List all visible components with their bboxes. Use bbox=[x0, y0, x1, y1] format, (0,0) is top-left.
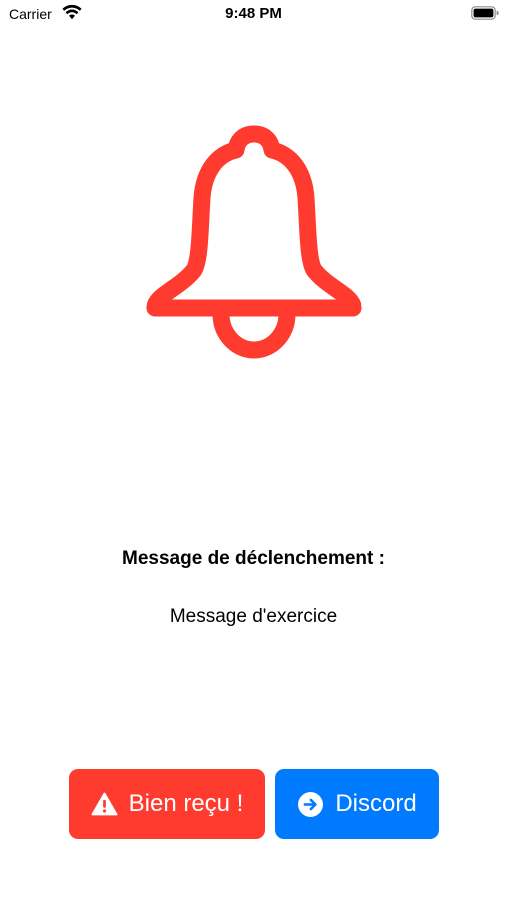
trigger-message-text: Message d'exercice bbox=[169, 606, 338, 627]
discord-button[interactable]: Discord bbox=[275, 769, 439, 839]
acknowledge-button-label: Bien reçu ! bbox=[128, 790, 244, 817]
status-bar: Carrier 9:48 PM bbox=[0, 0, 507, 30]
battery-icon bbox=[471, 6, 499, 20]
warning-icon bbox=[91, 792, 118, 815]
acknowledge-button[interactable]: Bien reçu ! bbox=[69, 769, 265, 839]
discord-button-label: Discord bbox=[335, 790, 417, 817]
bell-icon bbox=[146, 125, 362, 359]
status-time: 9:48 PM bbox=[225, 5, 282, 22]
arrow-right-circle-icon bbox=[298, 791, 324, 817]
trigger-message-title: Message de déclenchement : bbox=[122, 548, 385, 569]
